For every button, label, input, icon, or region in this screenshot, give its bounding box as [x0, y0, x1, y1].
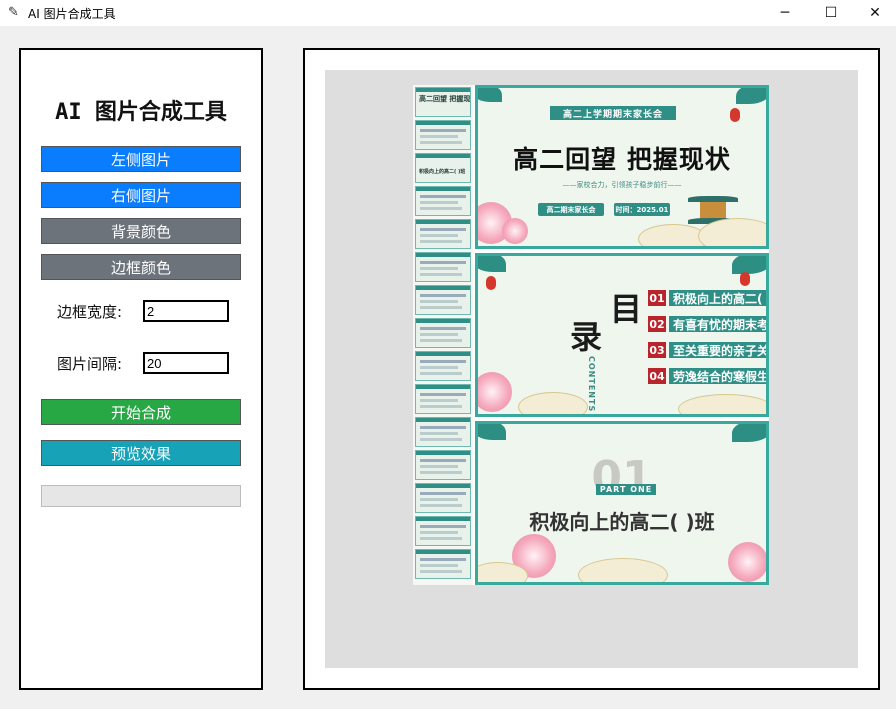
slide-cover: 高二上学期期末家长会 高二回望 把握现状 ——家校合力，引领孩子稳步前行—— 高… [475, 85, 769, 249]
cover-title: 高二回望 把握现状 [513, 145, 731, 174]
cover-subtitle: ——家校合力，引领孩子稳步前行—— [562, 181, 682, 189]
app-heading: AI 图片合成工具 [55, 100, 227, 125]
section-title: 积极向上的高二( )班 [529, 510, 715, 534]
thumbnail [415, 450, 471, 480]
thumbnail [415, 417, 471, 447]
cover-tag-date: 时间：2025.01 [614, 203, 670, 216]
right-image-button[interactable]: 右侧图片 [41, 182, 241, 208]
thumbnail [415, 219, 471, 249]
toc-item-number: 04 [648, 368, 666, 384]
toc-item-text: 至关重要的亲子关系 [669, 342, 766, 358]
toc-item-text: 劳逸结合的寒假生活 [669, 368, 766, 384]
toc-item: 03至关重要的亲子关系 [648, 342, 766, 358]
thumbnail [415, 516, 471, 546]
toc-contents-label: CONTENTS [587, 356, 596, 413]
section-number: 01 [591, 452, 653, 503]
toc-char-bottom: 录 [570, 318, 603, 356]
background-color-button[interactable]: 背景颜色 [41, 218, 241, 244]
control-panel: AI 图片合成工具 左侧图片 右侧图片 背景颜色 边框颜色 边框宽度: 图片间隔… [19, 48, 263, 690]
thumbnail [415, 549, 471, 579]
border-width-label: 边框宽度: [57, 303, 123, 321]
slide-contents: 目 录 CONTENTS 01积极向上的高二( )班 02有喜有忧的期末考试 0… [475, 253, 769, 417]
image-gap-input[interactable] [143, 352, 229, 374]
cover-banner: 高二上学期期末家长会 [550, 106, 676, 120]
border-color-button[interactable]: 边框颜色 [41, 254, 241, 280]
toc-item-number: 01 [648, 290, 666, 306]
thumbnail [415, 318, 471, 348]
slide-section: 01 PART ONE 积极向上的高二( )班 [475, 421, 769, 585]
image-gap-label: 图片间隔: [57, 355, 123, 373]
thumbnail [415, 384, 471, 414]
thumbnail [415, 285, 471, 315]
minimize-button[interactable]: ─ [762, 0, 808, 26]
close-button[interactable]: ✕ [852, 0, 896, 26]
thumbnail [415, 186, 471, 216]
thumbnail-title: 高二回望 把握现状 [419, 95, 471, 103]
window-title: AI 图片合成工具 [28, 7, 116, 21]
border-width-input[interactable] [143, 300, 229, 322]
thumbnail: 积极向上的高二( )班 [415, 153, 471, 183]
toc-item: 04劳逸结合的寒假生活 [648, 368, 766, 384]
progress-bar [41, 485, 241, 507]
toc-item-text: 积极向上的高二( )班 [669, 290, 766, 306]
thumbnail-title: 积极向上的高二( )班 [419, 169, 466, 175]
composite-preview-image: 高二回望 把握现状 积极向上的高二( )班 [413, 85, 769, 585]
thumbnail: 高二回望 把握现状 [415, 87, 471, 117]
toc-item: 01积极向上的高二( )班 [648, 290, 766, 306]
thumbnail [415, 252, 471, 282]
preview-canvas[interactable]: 高二回望 把握现状 积极向上的高二( )班 [325, 70, 858, 668]
thumbnail [415, 483, 471, 513]
thumbnail [415, 120, 471, 150]
toc-item-number: 03 [648, 342, 666, 358]
toc-item-text: 有喜有忧的期末考试 [669, 316, 766, 332]
section-part-label: PART ONE [596, 484, 656, 495]
thumbnail-strip: 高二回望 把握现状 积极向上的高二( )班 [413, 85, 473, 585]
toc-item: 02有喜有忧的期末考试 [648, 316, 766, 332]
feather-icon: ✎ [8, 5, 19, 20]
left-image-button[interactable]: 左侧图片 [41, 146, 241, 172]
preview-panel: 高二回望 把握现状 积极向上的高二( )班 [303, 48, 880, 690]
window-titlebar: ✎ AI 图片合成工具 ─ ☐ ✕ [0, 0, 896, 26]
cover-tag-meeting: 高二期末家长会 [538, 203, 604, 216]
start-merge-button[interactable]: 开始合成 [41, 399, 241, 425]
preview-button[interactable]: 预览效果 [41, 440, 241, 466]
toc-item-number: 02 [648, 316, 666, 332]
maximize-button[interactable]: ☐ [808, 0, 854, 26]
toc-char-top: 目 [610, 290, 643, 328]
thumbnail [415, 351, 471, 381]
